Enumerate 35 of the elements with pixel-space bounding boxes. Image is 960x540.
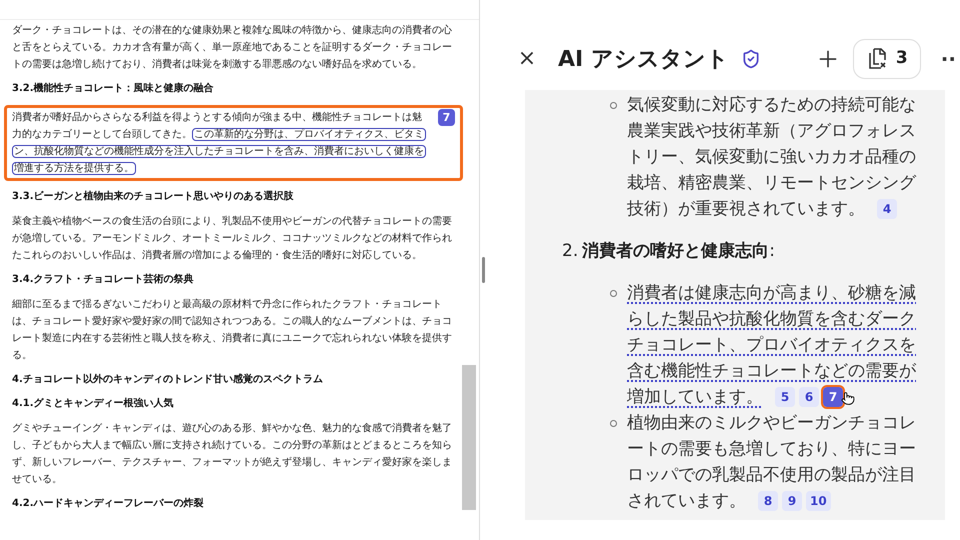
body-paragraph: ダーク・チョコレートは、その潜在的な健康効果と複雑な風味の特徴から、健康志向の消費者の心と舌をとらえている。カカオ含有量が高く、単一原産地であることを証明するダーク・チョコレートの需要は急増し続けており、消費者は味覚を刺激する罪悪感のない嗜好品を求めている。 xyxy=(12,24,453,72)
bullet-text: 植物由来のミルクやビーガンチョコレートの需要も急増しており、特にヨーロッパでの乳製品不使用の製品が注目されています。 8 9 10 xyxy=(627,412,917,514)
list-number: 2. xyxy=(562,240,578,263)
bullet-icon xyxy=(610,290,617,297)
section-heading: 4.1.グミとキャンディー根強い人気 xyxy=(12,396,175,411)
splitter-handle[interactable] xyxy=(482,257,485,283)
section-heading: 3.4.クラフト・チョコレート芸術の祭典 xyxy=(12,272,195,287)
body-paragraph: 細部に至るまで揺るぎないこだわりと最高級の原材料で丹念に作られたクラフト・チョコレートは、チョコレート愛好家や愛好家の間で認知されつつある。この職人的なムーブメントは、チョコレート製造に内在する芸術性と職人技を称え、消費者に真にユニークで忘れられない体験を提供する。 xyxy=(12,298,453,363)
section-heading: 4.2.ハードキャンディーフレーバーの炸裂 xyxy=(12,496,205,511)
close-button[interactable]: × xyxy=(516,48,538,70)
body-paragraph: 消費者が嗜好品からさらなる利益を得ようとする傾向が強まる中、機能性チョコレートは魅力的なカテゴリーとして台頭してきた。 この革新的な分野は、プロバイオティクス、ビタミン、抗酸化物質などの機能性成分を注入したチョコレートを含み、消費者においしく健康を増進する方法を提供する。 xyxy=(12,110,427,177)
citation-badge[interactable]: 9 xyxy=(782,491,802,512)
more-menu[interactable]: ·· xyxy=(940,44,956,74)
citation-badge[interactable]: 7 xyxy=(438,109,455,126)
citation-badge[interactable]: 8 xyxy=(758,491,778,512)
citation-badge[interactable]: 4 xyxy=(877,199,897,220)
body-paragraph: 菜食主義や植物ベースの食生活の台頭により、乳製品不使用やビーガンの代替チョコレートの需要が急増している。アーモンドミルク、オートミールミルク、ココナッツミルクなどの材料で作られたこれらのおいしい作品は、消費者層の増加による倫理的・食生活的嗜好に対応している。 xyxy=(12,214,453,263)
citation-badge[interactable]: 5 xyxy=(775,387,795,408)
panel-title: AI アシスタント xyxy=(558,46,729,74)
section-heading: 3.3.ビーガンと植物由来のチョコレート思いやりのある選択肢 xyxy=(12,190,295,204)
bullet-icon xyxy=(610,420,617,427)
sources-button[interactable]: 3 xyxy=(852,39,921,79)
hand-cursor-icon xyxy=(841,391,855,406)
bullet-text: 消費者は健康志向が高まり、砂糖を減らした製品や抗酸化物質を含むダークチョコレート、プロバイオティクスを含む機能性チョコレートなどの需要が増加しています。 5 6 7 xyxy=(627,282,917,410)
citation-badge[interactable]: 6 xyxy=(799,387,819,408)
body-paragraph: グミやチューイング・キャンディは、遊び心のある形、鮮やかな色、魅力的な食感で消費者を魅了し、子どもから大人まで幅広い層に支持され続けている。この分野の革新はとどまるところを知らず、新しいフレーバー、テクスチャー、フォーマットが絶えず登場し、キャンディ愛好家を楽しませている。 xyxy=(12,422,453,487)
section-heading: 3.2.機能性チョコレート：風味と健康の融合 xyxy=(12,82,215,96)
shield-check-icon xyxy=(740,49,761,69)
list-heading: 消費者の嗜好と健康志向: xyxy=(582,240,775,263)
citation-badge[interactable]: 7 xyxy=(823,387,843,408)
scrollbar-thumb[interactable] xyxy=(462,365,476,510)
bullet-icon xyxy=(610,102,617,109)
bullet-text: 気候変動に対応するための持続可能な農業実践や技術革新（アグロフォレストリー、気候変動に強いカカオ品種の栽培、精密農業、リモートセンシング技術）が重要視されています。 4 xyxy=(627,94,918,222)
citation-badge[interactable]: 10 xyxy=(806,491,831,512)
section-heading: 4.チョコレート以外のキャンディのトレンド甘い感覚のスペクトラム xyxy=(12,372,324,387)
